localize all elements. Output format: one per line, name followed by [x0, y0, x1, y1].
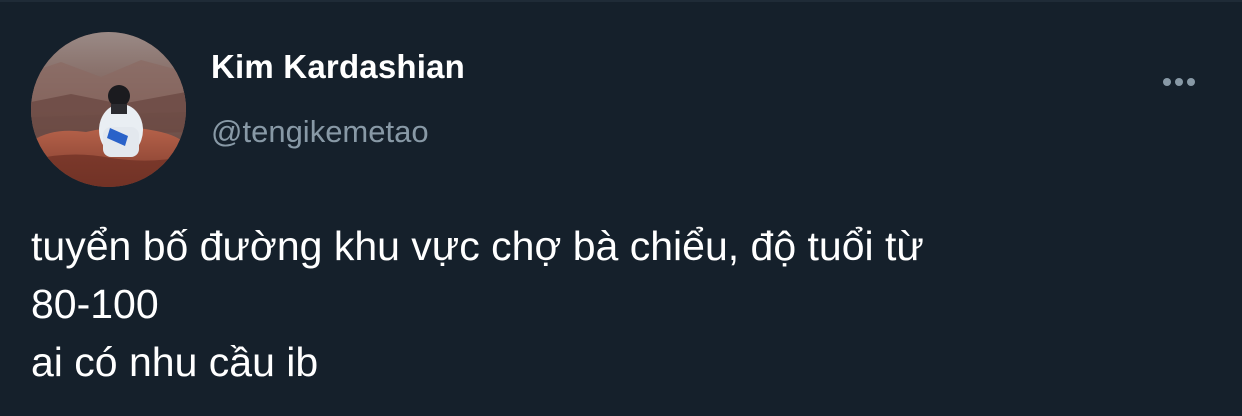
tweet-text-line: 80-100	[31, 281, 159, 327]
display-name[interactable]: Kim Kardashian	[211, 48, 465, 86]
tweet-text-line: ai có nhu cầu ib	[31, 339, 319, 385]
tweet-card: Kim Kardashian @tengikemetao tuyển bố đư…	[0, 0, 1242, 416]
avatar-image	[31, 32, 186, 187]
divider	[0, 0, 1242, 2]
more-dot	[1175, 78, 1183, 86]
more-horizontal-icon	[1163, 78, 1171, 86]
tweet-text: tuyển bố đường khu vực chợ bà chiểu, độ …	[31, 217, 1211, 391]
user-handle[interactable]: @tengikemetao	[211, 114, 429, 150]
tweet-text-line: tuyển bố đường khu vực chợ bà chiểu, độ …	[31, 223, 924, 269]
more-dot	[1187, 78, 1195, 86]
more-options-button[interactable]	[1156, 68, 1202, 96]
avatar[interactable]	[31, 32, 186, 187]
